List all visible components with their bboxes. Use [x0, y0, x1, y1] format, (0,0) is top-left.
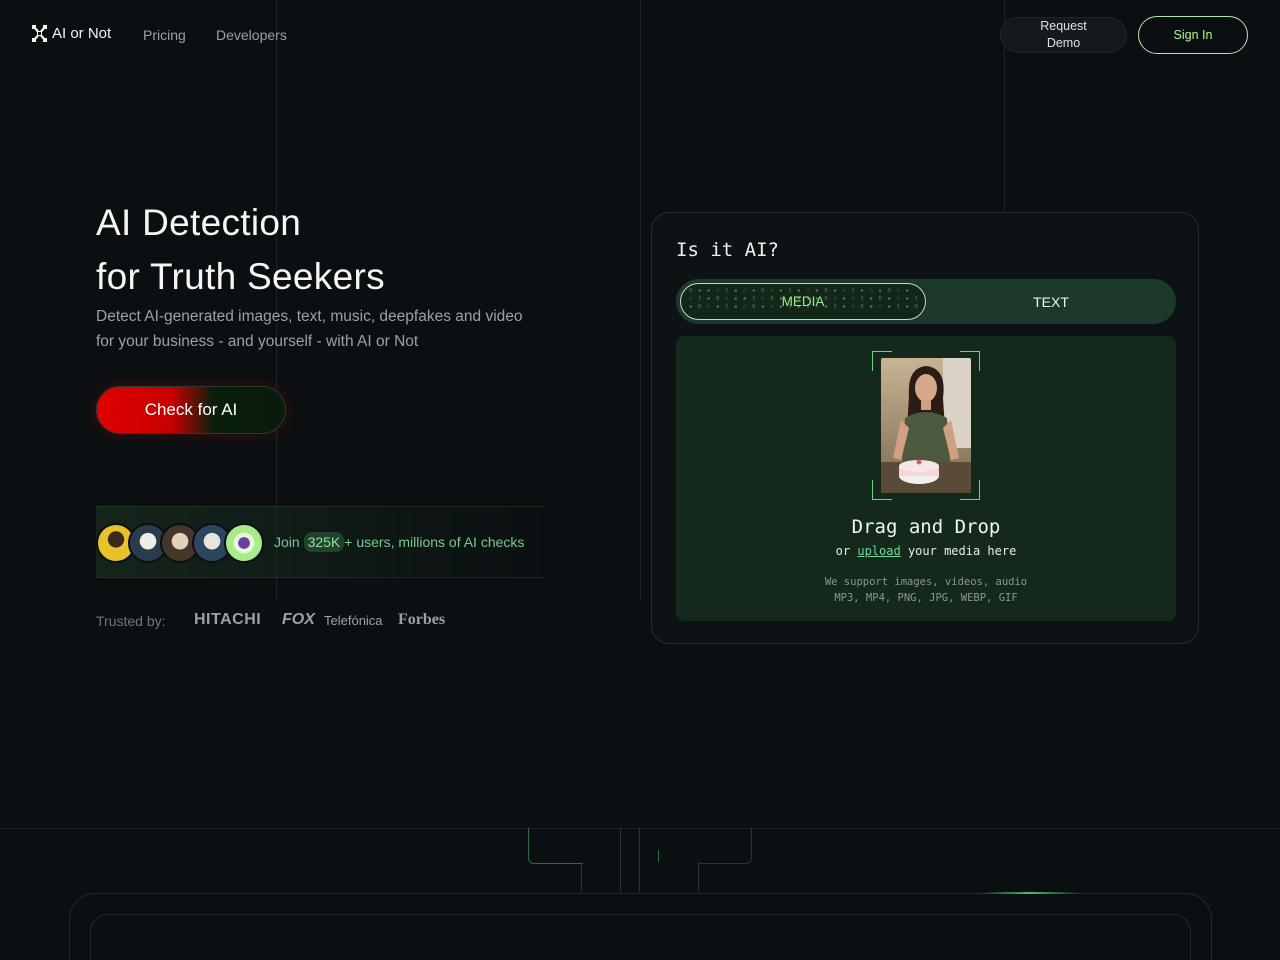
circuit-trace [528, 828, 583, 864]
sample-image [881, 358, 971, 493]
hero-title: AI Detection for Truth Seekers [96, 196, 385, 304]
social-proof-banner: Join 325K + users, millions of AI checks [96, 506, 546, 578]
tab-media-label: MEDIA [781, 294, 825, 309]
circuit-trace [698, 828, 752, 864]
support-line-1: We support images, videos, audio [824, 576, 1028, 588]
request-demo-label-2: Demo [1046, 36, 1081, 50]
drop-suffix-text: your media here [900, 544, 1017, 558]
border-glow [980, 892, 1080, 894]
request-demo-button[interactable]: Request Demo [1000, 17, 1127, 53]
circuit-trace [658, 850, 659, 862]
social-prefix: Join [274, 534, 304, 550]
avatar [224, 523, 264, 563]
social-proof-text: Join 325K + users, millions of AI checks [274, 532, 525, 552]
user-count-badge: 325K [303, 532, 345, 552]
sign-in-button[interactable]: Sign In [1138, 16, 1248, 54]
supported-formats: We support images, videos, audio MP3, MP… [676, 574, 1176, 606]
drop-or-text: or [835, 544, 858, 558]
logo-icon [32, 25, 47, 42]
hero-title-line-1: AI Detection [96, 202, 302, 243]
brand-logo-fox: FOX [282, 611, 315, 628]
circuit-trace [698, 862, 699, 892]
brand-logo-telefonica: Telefónica [324, 613, 383, 628]
drop-zone[interactable]: Drag and Drop or upload your media here … [676, 336, 1176, 621]
nav-link-pricing[interactable]: Pricing [143, 27, 186, 43]
brand-logo-forbes: Forbes [398, 611, 446, 628]
preview-frame [872, 351, 980, 500]
grid-line [0, 828, 1280, 829]
drop-title: Drag and Drop [851, 516, 1001, 538]
hero-subtitle: Detect AI-generated images, text, music,… [96, 308, 523, 350]
trusted-by-label: Trusted by: [96, 613, 166, 629]
mode-toggle: 0 ▪ ▪ ▫ 1 ▪ ▫ ▪ 0 ▫ ▪ 1 ▪ ▫ ▪ 0 ▪ ▫ 1 ▪ … [676, 279, 1176, 324]
nav-link-developers[interactable]: Developers [216, 27, 287, 43]
detection-card: Is it AI? 0 ▪ ▪ ▫ 1 ▪ ▫ ▪ 0 ▫ ▪ 1 ▪ ▫ ▪ … [651, 212, 1199, 644]
drop-instructions: or upload your media here [676, 544, 1176, 558]
logo[interactable]: AI or Not [32, 25, 111, 42]
top-nav: AI or Not Pricing Developers Request Demo… [0, 0, 1280, 70]
upload-link[interactable]: upload [857, 544, 900, 558]
hero-title-line-2: for Truth Seekers [96, 256, 385, 297]
request-demo-label-1: Request [1040, 19, 1087, 33]
logo-text: AI or Not [52, 25, 112, 42]
check-for-ai-button[interactable]: Check for AI [96, 386, 286, 434]
feature-section-inner [90, 914, 1191, 960]
tab-text[interactable]: TEXT [926, 279, 1176, 324]
avatar-group [96, 523, 264, 563]
circuit-trace [581, 862, 582, 892]
tab-media[interactable]: 0 ▪ ▪ ▫ 1 ▪ ▫ ▪ 0 ▫ ▪ 1 ▪ ▫ ▪ 0 ▪ ▫ 1 ▪ … [680, 283, 926, 320]
brand-logo-hitachi: HITACHI [194, 611, 262, 628]
grid-line [640, 0, 641, 600]
social-suffix: + users, millions of AI checks [344, 534, 525, 550]
circuit-trace [620, 828, 640, 892]
support-line-2: MP3, MP4, PNG, JPG, WEBP, GIF [834, 592, 1018, 604]
card-title: Is it AI? [676, 239, 779, 261]
